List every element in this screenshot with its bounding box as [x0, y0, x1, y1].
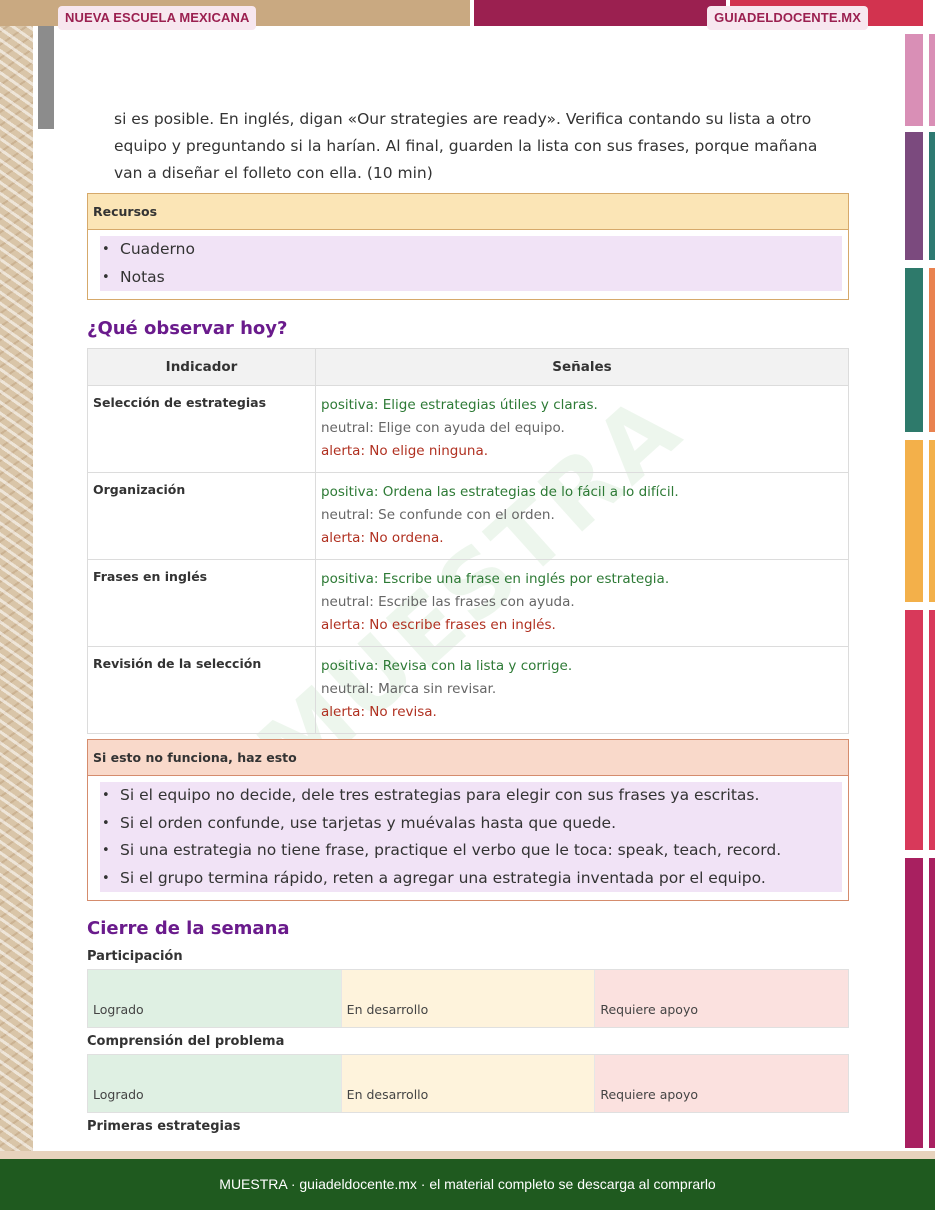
list-item: Si el orden confunde, use tarjetas y mué…: [100, 810, 842, 838]
closing-section-title: Cierre de la semana: [87, 918, 290, 939]
fallback-list: Si el equipo no decide, dele tres estrat…: [100, 782, 842, 892]
table-row: Organización positiva: Ordena las estrat…: [87, 472, 849, 560]
bottom-decorative-strip: [0, 1151, 935, 1159]
list-item: Cuaderno: [100, 236, 842, 264]
left-decorative-pattern: [0, 26, 33, 1151]
indicator-name: Selección de estrategias: [87, 385, 316, 473]
criterion-label: Comprensión del problema: [87, 1034, 285, 1049]
signal-alert: alerta: No revisa.: [321, 704, 437, 720]
program-badge: NUEVA ESCUELA MEXICANA: [58, 6, 257, 30]
signal-neutral: neutral: Se confunde con el orden.: [321, 507, 555, 523]
scale-developing[interactable]: En desarrollo: [341, 1055, 596, 1112]
signal-alert: alerta: No elige ninguna.: [321, 443, 489, 459]
criterion-label: Primeras estrategias: [87, 1119, 241, 1134]
list-item: Si el equipo no decide, dele tres estrat…: [100, 782, 842, 810]
fallback-title: Si esto no funciona, haz esto: [88, 740, 848, 776]
resources-title: Recursos: [88, 194, 848, 230]
signal-positive: positiva: Revisa con la lista y corrige.: [321, 658, 573, 674]
scale-achieved[interactable]: Logrado: [88, 970, 342, 1027]
resources-list: Cuaderno Notas: [100, 236, 842, 291]
indicator-name: Revisión de la selección: [87, 646, 316, 734]
rating-scale: Logrado En desarrollo Requiere apoyo: [87, 1054, 849, 1113]
footer-notice: MUESTRA · guiadeldocente.mx · el materia…: [0, 1159, 935, 1210]
signal-alert: alerta: No ordena.: [321, 530, 444, 546]
signal-neutral: neutral: Marca sin revisar.: [321, 681, 497, 697]
indicator-signals: positiva: Ordena las estrategias de lo f…: [315, 472, 849, 560]
list-item: Si una estrategia no tiene frase, practi…: [100, 837, 842, 865]
site-badge: GUIADELDOCENTE.MX: [707, 6, 868, 30]
page-margin-tab: [38, 26, 54, 129]
fallback-box: Si esto no funciona, haz esto Si el equi…: [87, 739, 849, 901]
indicators-table: Indicador Señales Selección de estrategi…: [87, 348, 849, 734]
indicator-name: Frases en inglés: [87, 559, 316, 647]
scale-developing[interactable]: En desarrollo: [341, 970, 596, 1027]
right-decorative-stripes: [905, 26, 935, 1151]
indicator-signals: positiva: Elige estrategias útiles y cla…: [315, 385, 849, 473]
list-item: Notas: [100, 264, 842, 292]
resources-box: Recursos Cuaderno Notas: [87, 193, 849, 300]
list-item: Si el grupo termina rápido, reten a agre…: [100, 865, 842, 893]
table-row: Revisión de la selección positiva: Revis…: [87, 646, 849, 734]
table-row: Frases en inglés positiva: Escribe una f…: [87, 559, 849, 647]
column-header-indicator: Indicador: [87, 348, 316, 386]
rating-scale: Logrado En desarrollo Requiere apoyo: [87, 969, 849, 1028]
activity-instructions: si es posible. En inglés, digan «Our str…: [114, 110, 818, 182]
signal-positive: positiva: Escribe una frase en inglés po…: [321, 571, 670, 587]
indicator-name: Organización: [87, 472, 316, 560]
criterion-label: Participación: [87, 949, 183, 964]
table-row: Selección de estrategias positiva: Elige…: [87, 385, 849, 473]
scale-achieved[interactable]: Logrado: [88, 1055, 342, 1112]
scale-needs-support[interactable]: Requiere apoyo: [595, 970, 849, 1027]
signal-neutral: neutral: Escribe las frases con ayuda.: [321, 594, 575, 610]
column-header-signals: Señales: [315, 348, 849, 386]
indicator-signals: positiva: Escribe una frase en inglés po…: [315, 559, 849, 647]
indicator-signals: positiva: Revisa con la lista y corrige.…: [315, 646, 849, 734]
observe-section-title: ¿Qué observar hoy?: [87, 318, 288, 339]
scale-needs-support[interactable]: Requiere apoyo: [595, 1055, 849, 1112]
signal-alert: alerta: No escribe frases en inglés.: [321, 617, 556, 633]
signal-positive: positiva: Ordena las estrategias de lo f…: [321, 484, 679, 500]
signal-neutral: neutral: Elige con ayuda del equipo.: [321, 420, 565, 436]
signal-positive: positiva: Elige estrategias útiles y cla…: [321, 397, 598, 413]
page-content: si es posible. En inglés, digan «Our str…: [87, 106, 849, 1136]
